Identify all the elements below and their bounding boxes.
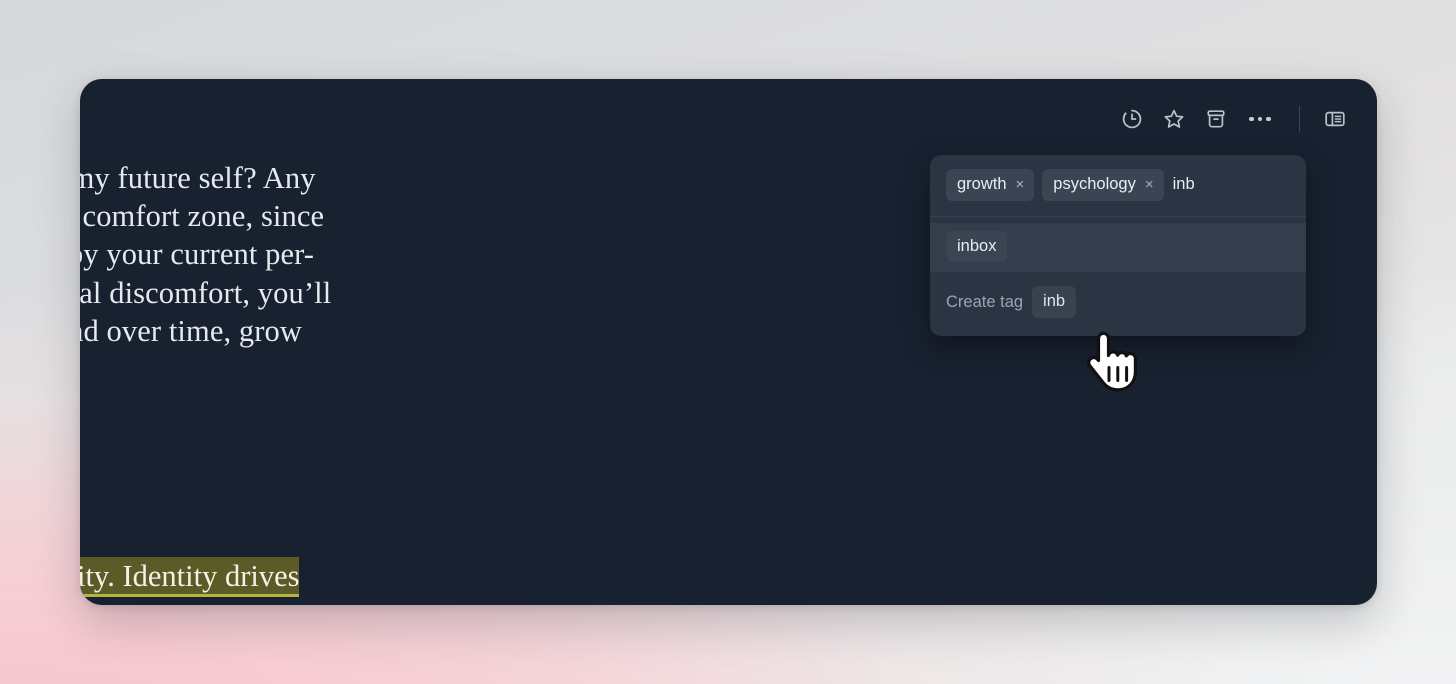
highlighted-paragraph: han personality. Identity drives become … <box>80 480 682 605</box>
app-window: ress toward my future self? Any outside … <box>80 79 1377 605</box>
history-button[interactable] <box>1111 98 1153 140</box>
toolbar-divider <box>1299 106 1300 132</box>
toolbar <box>80 79 1377 159</box>
tag-option-inbox[interactable]: inbox <box>930 222 1306 272</box>
highlight-line-1-wrap: han personality. Identity drives <box>80 556 682 595</box>
tag-chip-growth-remove-icon[interactable]: × <box>1016 177 1025 192</box>
sidebar-panel-icon <box>1323 107 1347 131</box>
star-icon <box>1162 107 1186 131</box>
highlight-line-1: han personality. Identity drives <box>80 556 300 594</box>
dot-1 <box>1249 116 1254 122</box>
paragraph-text-before-link: ress toward my future self? Any outside … <box>80 161 332 310</box>
tag-chip-growth[interactable]: growth × <box>946 169 1035 201</box>
create-tag-chip: inb <box>1032 286 1077 318</box>
tag-option-inbox-label: inbox <box>946 230 1008 262</box>
favorite-button[interactable] <box>1153 98 1195 140</box>
archive-button[interactable] <box>1195 98 1237 140</box>
more-options-icon <box>1249 116 1271 122</box>
tag-chip-psychology-label: psychology <box>1053 175 1136 193</box>
tag-chip-growth-label: growth <box>957 175 1007 193</box>
paragraph-intro: ress toward my future self? Any outside … <box>80 159 682 388</box>
more-options-button[interactable] <box>1239 98 1281 140</box>
dot-3 <box>1266 116 1271 122</box>
section-heading-narrative: Narrative <box>80 428 682 462</box>
dot-2 <box>1257 116 1263 122</box>
toggle-sidebar-button[interactable] <box>1314 98 1356 140</box>
create-tag-row[interactable]: Create tag inb <box>930 272 1306 336</box>
tag-chip-psychology[interactable]: psychology × <box>1042 169 1164 201</box>
tag-input-row[interactable]: growth × psychology × inb <box>930 155 1306 216</box>
tag-picker-popover: growth × psychology × inb inbox Create t… <box>930 155 1306 336</box>
paragraph-text-after-link: , and over time, grow e. <box>80 313 303 348</box>
tag-options-list: inbox <box>930 217 1306 272</box>
tag-chip-psychology-remove-icon[interactable]: × <box>1145 177 1154 192</box>
create-tag-label: Create tag <box>946 292 1024 311</box>
tag-search-input[interactable]: inb <box>1172 169 1196 201</box>
archive-icon <box>1204 107 1228 131</box>
history-icon <box>1120 107 1144 131</box>
